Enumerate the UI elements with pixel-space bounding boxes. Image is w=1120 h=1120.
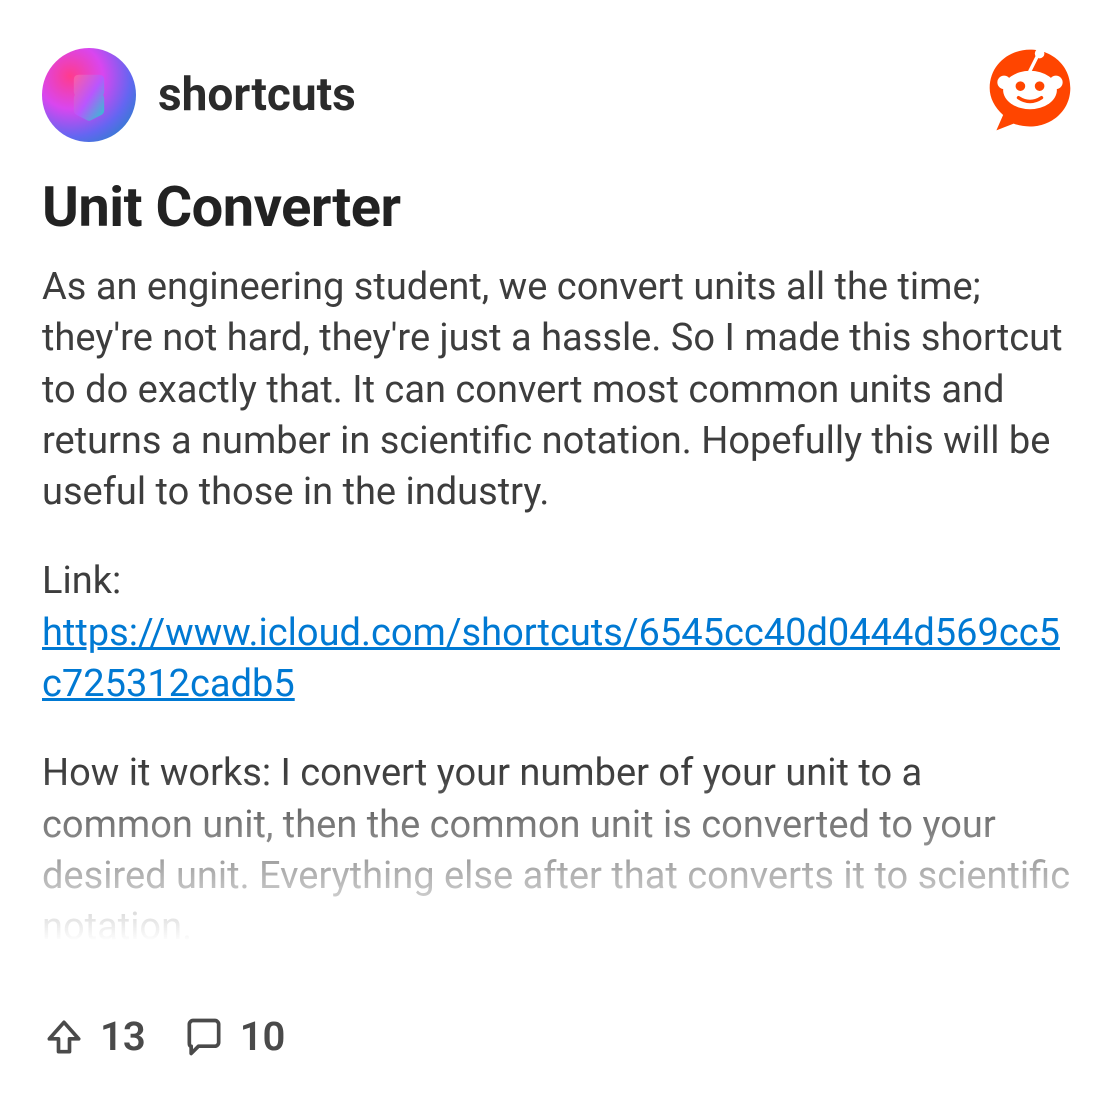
comment-icon — [182, 1015, 226, 1059]
subreddit-name[interactable]: shortcuts — [158, 68, 356, 122]
shortcuts-app-icon — [62, 68, 116, 122]
upvote-section[interactable]: 13 — [42, 1013, 146, 1060]
subreddit-icon[interactable] — [42, 48, 136, 142]
comment-section[interactable]: 10 — [182, 1013, 286, 1060]
post-paragraph: As an engineering student, we convert un… — [42, 262, 1078, 518]
post-title: Unit Converter — [42, 174, 1078, 240]
shortcut-link[interactable]: https://www.icloud.com/shortcuts/6545cc4… — [42, 611, 1060, 706]
post-header: shortcuts — [42, 48, 1078, 142]
upvote-icon — [42, 1015, 86, 1059]
upvote-count: 13 — [100, 1013, 146, 1060]
post-link-paragraph: Link: https://www.icloud.com/shortcuts/6… — [42, 556, 1078, 710]
comment-count: 10 — [240, 1013, 286, 1060]
reddit-logo[interactable] — [982, 42, 1078, 138]
post-footer: 13 10 — [42, 1013, 285, 1060]
link-label: Link: — [42, 559, 121, 603]
post-paragraph: How it works: I convert your number of y… — [42, 748, 1078, 953]
post-body: As an engineering student, we convert un… — [42, 262, 1078, 972]
